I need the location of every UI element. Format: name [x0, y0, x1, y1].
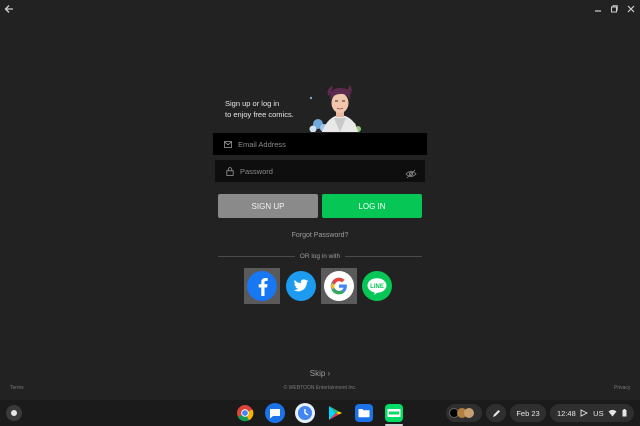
google-login-button[interactable] — [321, 268, 357, 304]
clock-app-icon[interactable] — [295, 403, 315, 423]
restore-icon[interactable] — [608, 3, 620, 15]
mail-icon — [223, 140, 232, 149]
line-logo-text: LINE — [370, 284, 384, 290]
play-store-app-icon[interactable] — [325, 403, 345, 423]
twitter-login-button[interactable] — [283, 268, 319, 304]
skip-link[interactable]: Skip › — [0, 369, 640, 378]
holding-space-tray[interactable] — [446, 404, 482, 422]
line-icon: LINE — [362, 271, 392, 301]
pen-icon — [492, 409, 500, 417]
footer-copyright: © WEBTOON Entertainment Inc. — [283, 385, 357, 391]
password-field[interactable] — [215, 160, 425, 182]
hide-password-eye-icon[interactable] — [405, 166, 417, 179]
locale-label: US — [593, 408, 604, 418]
window-title-bar — [0, 0, 640, 18]
promo-character-image — [300, 82, 368, 133]
holding-item-3 — [464, 408, 474, 418]
forgot-password-link[interactable]: Forgot Password? — [0, 232, 640, 239]
launcher-button[interactable] — [6, 405, 22, 421]
footer-privacy[interactable]: Privacy — [614, 385, 630, 391]
google-g-icon — [324, 271, 354, 301]
log-in-button[interactable]: LOG IN — [322, 194, 422, 218]
webtoon-app-icon[interactable] — [385, 404, 403, 422]
twitter-bird-icon — [286, 271, 316, 301]
facebook-login-button[interactable] — [244, 268, 280, 304]
chrome-app-icon[interactable] — [235, 403, 255, 423]
lock-icon — [225, 166, 234, 176]
wifi-icon — [608, 409, 617, 417]
close-icon[interactable] — [625, 3, 637, 15]
divider-line-right — [345, 256, 422, 257]
line-login-button[interactable]: LINE — [359, 268, 395, 304]
minimize-icon[interactable] — [592, 3, 604, 15]
email-field[interactable] — [213, 133, 427, 155]
messages-app-icon[interactable] — [265, 403, 285, 423]
divider-line-left — [218, 256, 295, 257]
password-input[interactable] — [240, 166, 410, 176]
time-label: 12:48 — [557, 408, 576, 418]
launcher-circle-icon — [11, 410, 17, 416]
date-label: Feb 23 — [516, 408, 540, 418]
facebook-icon — [247, 271, 277, 301]
date-tray[interactable]: Feb 23 — [510, 404, 546, 422]
sign-up-button[interactable]: SIGN UP — [218, 194, 318, 218]
back-arrow-icon[interactable] — [3, 3, 15, 15]
email-input[interactable] — [238, 139, 408, 149]
files-app-icon[interactable] — [355, 404, 373, 422]
status-area[interactable]: 12:48 US — [550, 404, 634, 422]
stylus-tools-button[interactable] — [486, 404, 506, 422]
battery-icon — [622, 409, 627, 417]
screen-share-icon — [581, 409, 589, 417]
or-divider: OR log in with — [218, 253, 422, 260]
or-login-with-label: OR log in with — [299, 253, 341, 260]
